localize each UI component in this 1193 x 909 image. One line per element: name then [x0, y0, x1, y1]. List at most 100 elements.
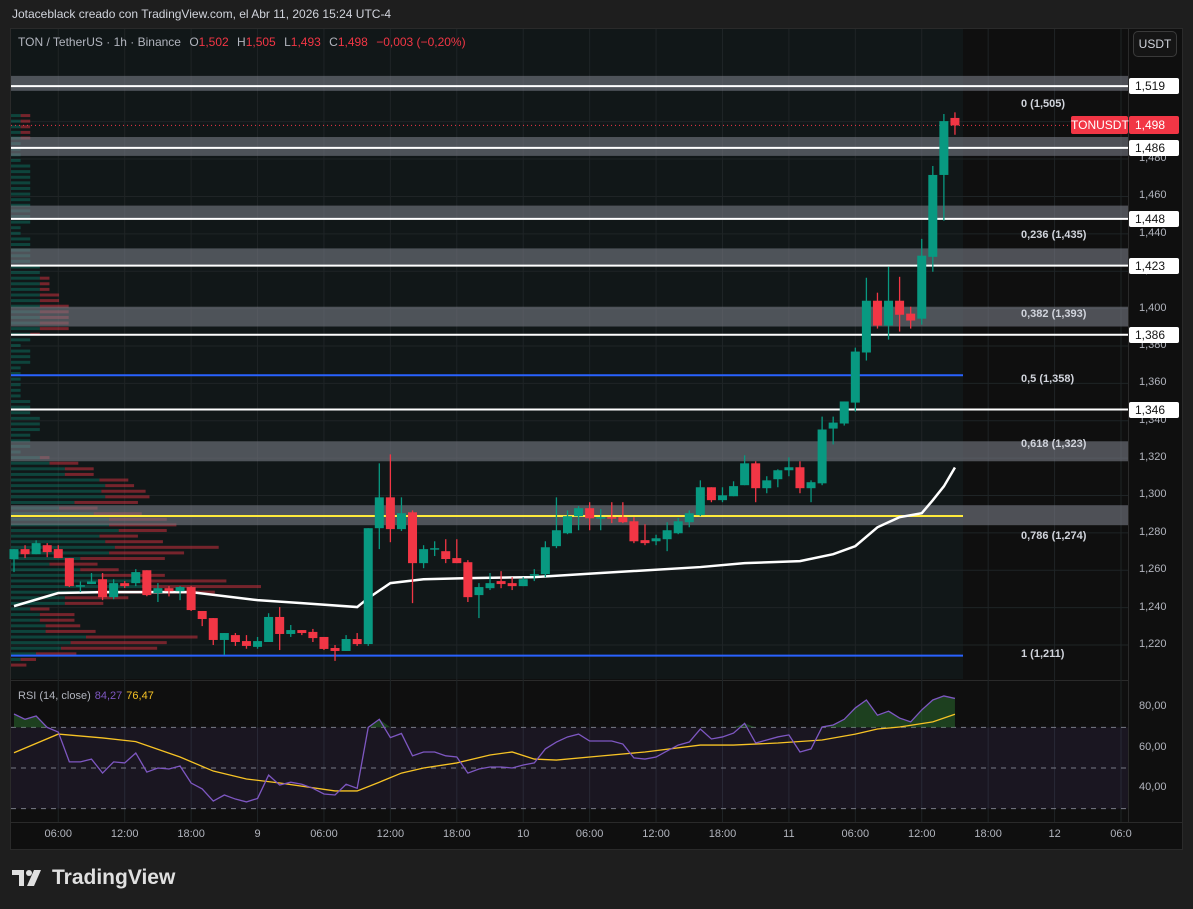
volume-profile-up-bar [11, 186, 31, 190]
close-label: C [329, 35, 338, 49]
time-label: 06:0 [1110, 828, 1132, 840]
volume-profile-up-bar [11, 405, 31, 409]
volume-profile-up-bar [11, 433, 31, 437]
level-band [11, 75, 1128, 91]
volume-profile-up-bar [11, 181, 31, 185]
price-tick-label: 1,440 [1139, 226, 1167, 239]
volume-profile-up-bar [11, 534, 100, 538]
candle-up [86, 581, 96, 585]
volume-profile-down-bar [30, 607, 50, 611]
fibonacci-label: 1 (1,211) [1021, 647, 1065, 660]
candle-down [751, 463, 761, 489]
time-label: 18:00 [974, 828, 1002, 840]
level-price-label: 1,386 [1129, 326, 1179, 343]
volume-profile-down-bar [39, 327, 69, 331]
candle-up [939, 121, 949, 175]
volume-profile-up-bar [11, 192, 31, 196]
candle-down [496, 581, 506, 585]
volume-profile-up-bar [11, 231, 21, 235]
candle-up [131, 572, 141, 584]
candle-down [452, 558, 462, 564]
fibonacci-label: 0 (1,505) [1021, 98, 1066, 111]
candle-up [175, 587, 185, 592]
candle-up [31, 543, 41, 555]
tradingview-logo-icon [12, 870, 41, 886]
volume-profile-down-bar [99, 534, 138, 538]
volume-profile-up-bar [11, 646, 61, 650]
candle-up [917, 255, 927, 319]
price-tick-label: 1,400 [1139, 301, 1167, 314]
volume-profile-up-bar [11, 299, 40, 303]
candle-up [341, 639, 351, 651]
volume-profile-up-bar [11, 400, 31, 404]
volume-profile-down-bar [101, 489, 146, 493]
fibonacci-label: 0,236 (1,435) [1021, 229, 1087, 242]
level-price-label: 1,486 [1129, 139, 1179, 156]
candle-up [485, 583, 495, 589]
volume-profile-up-bar [11, 327, 40, 331]
rsi-overbought-fill [14, 695, 955, 728]
symbol-legend: TON / TetherUS · 1h · Binance O1,502 H1,… [18, 35, 466, 49]
candle-up [574, 508, 584, 517]
level-band [11, 306, 1128, 327]
volume-profile-down-bar [39, 618, 75, 622]
rsi-tick-label: 40,00 [1139, 781, 1167, 794]
fibonacci-label: 0,786 (1,274) [1021, 530, 1087, 543]
volume-profile-up-bar [11, 293, 40, 297]
candle-down [607, 517, 617, 519]
volume-profile-down-bar [39, 276, 50, 280]
candle-up [153, 588, 163, 594]
candle-down [408, 512, 418, 564]
currency-button[interactable]: USDT [1133, 31, 1177, 57]
volume-profile-down-bar [39, 282, 50, 286]
rsi-tick-label: 80,00 [1139, 700, 1167, 713]
volume-profile-up-bar [11, 355, 31, 359]
volume-profile-down-bar [141, 585, 261, 589]
volume-profile-up-bar [11, 276, 40, 280]
close-value: 1,498 [337, 35, 368, 49]
candle-down [795, 467, 805, 489]
candle-up [563, 516, 572, 534]
price-tick-label: 1,280 [1139, 525, 1167, 538]
time-label: 18:00 [177, 828, 205, 840]
candle-up [828, 422, 838, 429]
time-label: 18:00 [443, 828, 471, 840]
volume-profile-up-bar [11, 164, 31, 168]
candle-up [264, 616, 274, 643]
volume-profile-down-bar [20, 130, 31, 134]
candle-up [396, 513, 406, 530]
volume-profile-up-bar [11, 428, 40, 432]
volume-profile-up-bar [11, 657, 21, 661]
volume-profile-up-bar [11, 540, 106, 544]
price-chart[interactable] [0, 0, 1193, 909]
volume-profile-down-bar [39, 287, 50, 291]
volume-profile-down-bar [20, 114, 31, 118]
candle-down [142, 570, 152, 596]
candle-up [286, 630, 296, 634]
candle-down [330, 647, 340, 651]
candle-down [275, 616, 285, 634]
volume-profile-down-bar [39, 613, 75, 617]
level-band [11, 248, 1128, 266]
volume-profile-up-bar [11, 220, 31, 224]
price-tick-label: 1,260 [1139, 563, 1167, 576]
volume-profile-up-bar [11, 175, 31, 179]
candle-down [629, 521, 639, 542]
volume-profile-down-bar [99, 478, 129, 482]
candle-down [441, 551, 451, 560]
logo-text: TradingView [52, 866, 176, 889]
high-label: H [237, 35, 246, 49]
candle-down [950, 117, 960, 126]
symbol-name: TON / TetherUS · 1h · Binance [18, 35, 181, 49]
volume-profile-down-bar [109, 551, 185, 555]
candle-up [474, 587, 484, 596]
volume-profile-up-bar [11, 130, 21, 134]
candle-up [784, 467, 794, 471]
candle-up [662, 530, 672, 540]
volume-profile-up-bar [11, 500, 75, 504]
time-label: 06:00 [44, 828, 73, 840]
candle-up [850, 351, 860, 403]
level-price-label: 1,519 [1129, 78, 1179, 95]
price-tick-label: 1,460 [1139, 189, 1167, 202]
tradingview-logo[interactable]: TradingView [12, 866, 175, 890]
